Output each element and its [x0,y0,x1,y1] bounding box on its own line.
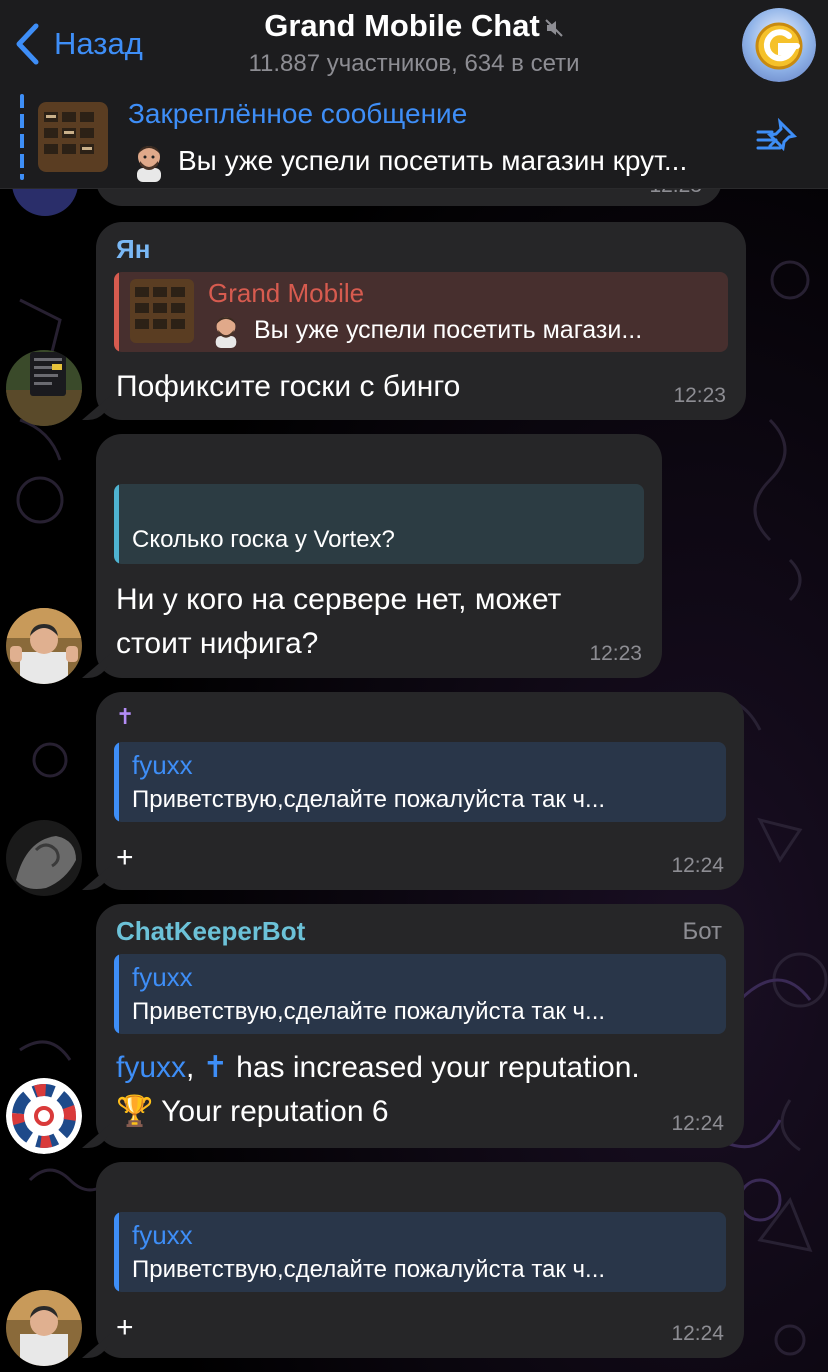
pinned-text-row: Вы уже успели посетить магазин крут... [128,140,748,182]
mention-cross-link[interactable]: ✝ [203,1051,228,1084]
message-time: 12:23 [589,642,642,665]
back-button[interactable]: Назад [14,18,143,70]
pinned-thumbnail [38,102,108,172]
message-text-line1: Ни у кого на сервере нет, может [116,583,562,616]
man-emoji-icon [137,146,161,182]
reply-preview[interactable]: fyuxx Приветствую,сделайте пожалуйста та… [114,1212,726,1292]
reply-text: Сколько госка у Vortex? [132,526,395,553]
message-time: 12:24 [671,854,724,877]
reply-preview[interactable]: fyuxx Приветствую,сделайте пожалуйста та… [114,742,726,822]
message-bubble-plus[interactable]: fyuxx Приветствую,сделайте пожалуйста та… [96,1162,744,1358]
message-time: 12:24 [671,1322,724,1345]
reply-text: Приветствую,сделайте пожалуйста так ч... [132,1256,606,1283]
avatar-user-3[interactable] [6,820,82,896]
chat-title: Grand Mobile Chat [190,8,638,44]
reply-text: Вы уже успели посетить магази... [254,315,643,344]
reply-text: Приветствую,сделайте пожалуйста так ч... [132,786,606,813]
message-bubble-chatkeeperbot[interactable]: ChatKeeperBot Бот fyuxx Приветствую,сдел… [96,904,744,1148]
chat-title-area[interactable]: Grand Mobile Chat 11.887 участников, 634… [190,8,638,78]
chat-avatar[interactable] [742,8,816,82]
reply-text-row: Вы уже успели посетить магази... [208,312,642,348]
man-emoji-icon [215,317,237,348]
reply-preview[interactable]: fyuxx Приветствую,сделайте пожалуйста та… [114,954,726,1034]
bot-badge: Бот [682,918,722,945]
sender-name[interactable]: Ян [116,234,150,265]
pinned-message-bar[interactable]: Закреплённое сообщение Вы уже успели пос… [0,88,828,189]
reply-preview[interactable]: Сколько госка у Vortex? [114,484,644,564]
message-text-line2: 🏆 Your reputation 6 [116,1095,389,1128]
message-bubble-yan[interactable]: Ян Grand Mobile Вы уже успели посетить м… [96,222,746,420]
message-text-line1: fyuxx, ✝ has increased your reputation. [116,1051,640,1084]
message-text: + [116,1311,134,1344]
pinned-indicator [20,94,24,180]
reply-sender: fyuxx [132,1220,193,1250]
chat-subtitle: 11.887 участников, 634 в сети [248,50,580,77]
pinned-text: Вы уже успели посетить магазин крут... [178,145,688,176]
message-text: Пофиксите госки с бинго [116,370,461,403]
avatar-yan[interactable] [6,350,82,426]
trophy-icon: 🏆 [116,1095,154,1128]
reply-text: Приветствую,сделайте пожалуйста так ч... [132,998,606,1025]
mention-link[interactable]: fyuxx [116,1051,186,1084]
mute-icon [545,19,563,37]
message-time: 12:23 [673,384,726,407]
chevron-left-icon [16,23,39,65]
sender-name[interactable]: ✝ [116,704,134,730]
avatar-user-2[interactable] [6,608,82,684]
reply-sender: Grand Mobile [208,278,365,308]
message-time: 12:24 [671,1112,724,1135]
reply-preview[interactable]: Grand Mobile Вы уже успели посетить мага… [114,272,728,352]
pinned-list-icon[interactable] [756,118,798,158]
chat-header: Назад Grand Mobile Chat 11.887 участнико… [0,0,828,89]
message-bubble-vortex-reply[interactable]: Сколько госка у Vortex? Ни у кого на сер… [96,434,662,678]
avatar-user-5[interactable] [6,1290,82,1366]
sender-name[interactable]: ChatKeeperBot [116,916,305,947]
back-label: Назад [54,26,143,61]
reply-sender: fyuxx [132,962,193,992]
avatar-chatkeeperbot[interactable] [6,1078,82,1154]
message-bubble-cross-user[interactable]: ✝ fyuxx Приветствую,сделайте пожалуйста … [96,692,744,890]
message-text: + [116,841,134,874]
reply-thumbnail [130,279,194,343]
pinned-title: Закреплённое сообщение [128,98,468,129]
message-text-line2: стоит нифига? [116,627,319,660]
reply-sender: fyuxx [132,750,193,780]
